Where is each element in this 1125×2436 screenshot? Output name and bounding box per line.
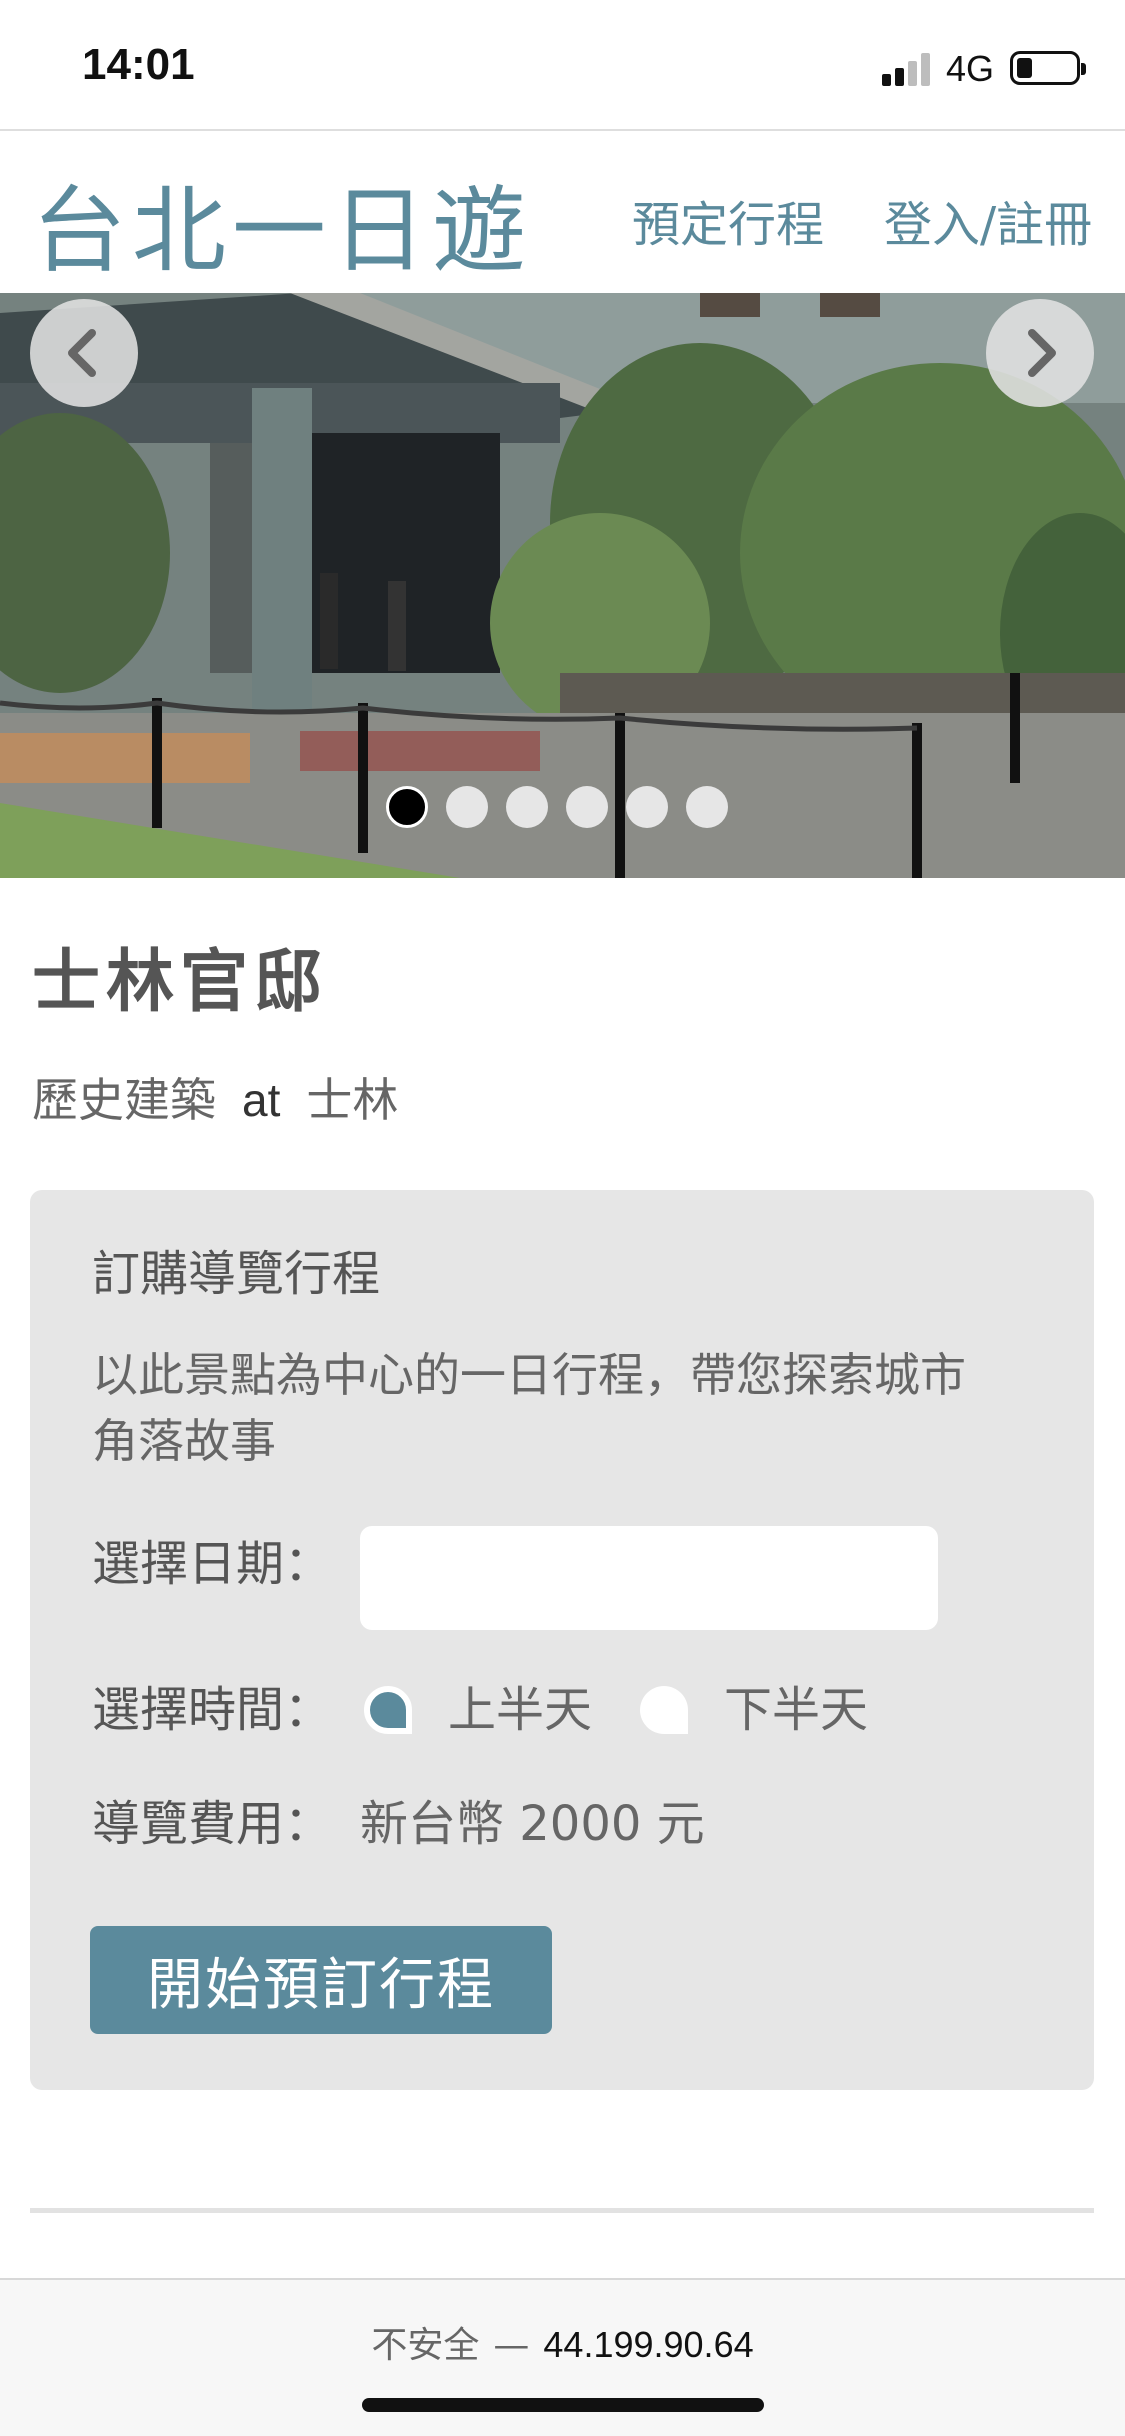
attraction-meta: 歷史建築 at 士林 [32, 1064, 398, 1130]
carousel-next-button[interactable] [986, 299, 1094, 407]
start-booking-button[interactable]: 開始預訂行程 [90, 1926, 552, 2034]
network-type: 4G [946, 48, 995, 89]
signal-icon [882, 52, 934, 86]
url-separator: — [493, 2325, 530, 2366]
carousel-dot[interactable] [386, 786, 428, 828]
carousel-prev-button[interactable] [30, 299, 138, 407]
carousel-dot[interactable] [446, 786, 488, 828]
url-display[interactable]: 不安全 — 44.199.90.64 [0, 2316, 1125, 2368]
attraction-name: 士林官邸 [32, 943, 329, 1022]
attraction-photo [0, 293, 1125, 878]
fee-label: 導覽費用： [92, 1796, 333, 1852]
fee-value: 新台幣 2000 元 [360, 1796, 705, 1852]
attraction-district: 士林 [306, 1073, 399, 1127]
browser-address-bar[interactable]: 不安全 — 44.199.90.64 [0, 2278, 1125, 2436]
status-time: 14:01 [82, 40, 195, 89]
attraction-at: at [242, 1074, 281, 1126]
battery-icon [1010, 51, 1086, 85]
image-carousel [0, 293, 1125, 878]
divider [30, 2208, 1094, 2213]
nav-book-trip-link[interactable]: 預定行程 [632, 185, 824, 255]
date-input[interactable] [360, 1526, 938, 1630]
status-bar: 14:01 4G [0, 0, 1125, 131]
security-label: 不安全 [371, 2325, 480, 2366]
time-label: 選擇時間： [92, 1682, 333, 1738]
booking-title: 訂購導覽行程 [92, 1246, 381, 1302]
chevron-left-icon [68, 329, 96, 377]
radio-afternoon[interactable] [640, 1686, 688, 1734]
date-label: 選擇日期： [92, 1536, 333, 1592]
attraction-category: 歷史建築 [32, 1073, 216, 1127]
carousel-dot[interactable] [626, 786, 668, 828]
chevron-right-icon [1028, 329, 1056, 377]
url-host: 44.199.90.64 [543, 2324, 754, 2365]
carousel-dot[interactable] [506, 786, 548, 828]
site-header: 台北一日遊 預定行程 登入/註冊 [0, 133, 1125, 293]
carousel-dot[interactable] [686, 786, 728, 828]
booking-description: 以此景點為中心的一日行程，帶您探索城市角落故事 [92, 1348, 966, 1468]
booking-panel: 訂購導覽行程 以此景點為中心的一日行程，帶您探索城市角落故事 選擇日期： 選擇時… [30, 1190, 1094, 2090]
site-title[interactable]: 台北一日遊 [32, 155, 532, 291]
home-indicator[interactable] [362, 2398, 764, 2412]
radio-morning-label[interactable]: 上半天 [448, 1670, 592, 1740]
radio-morning[interactable] [364, 1686, 412, 1734]
nav-login-register-link[interactable]: 登入/註冊 [884, 185, 1092, 255]
radio-afternoon-label[interactable]: 下半天 [724, 1670, 868, 1740]
carousel-dot[interactable] [566, 786, 608, 828]
